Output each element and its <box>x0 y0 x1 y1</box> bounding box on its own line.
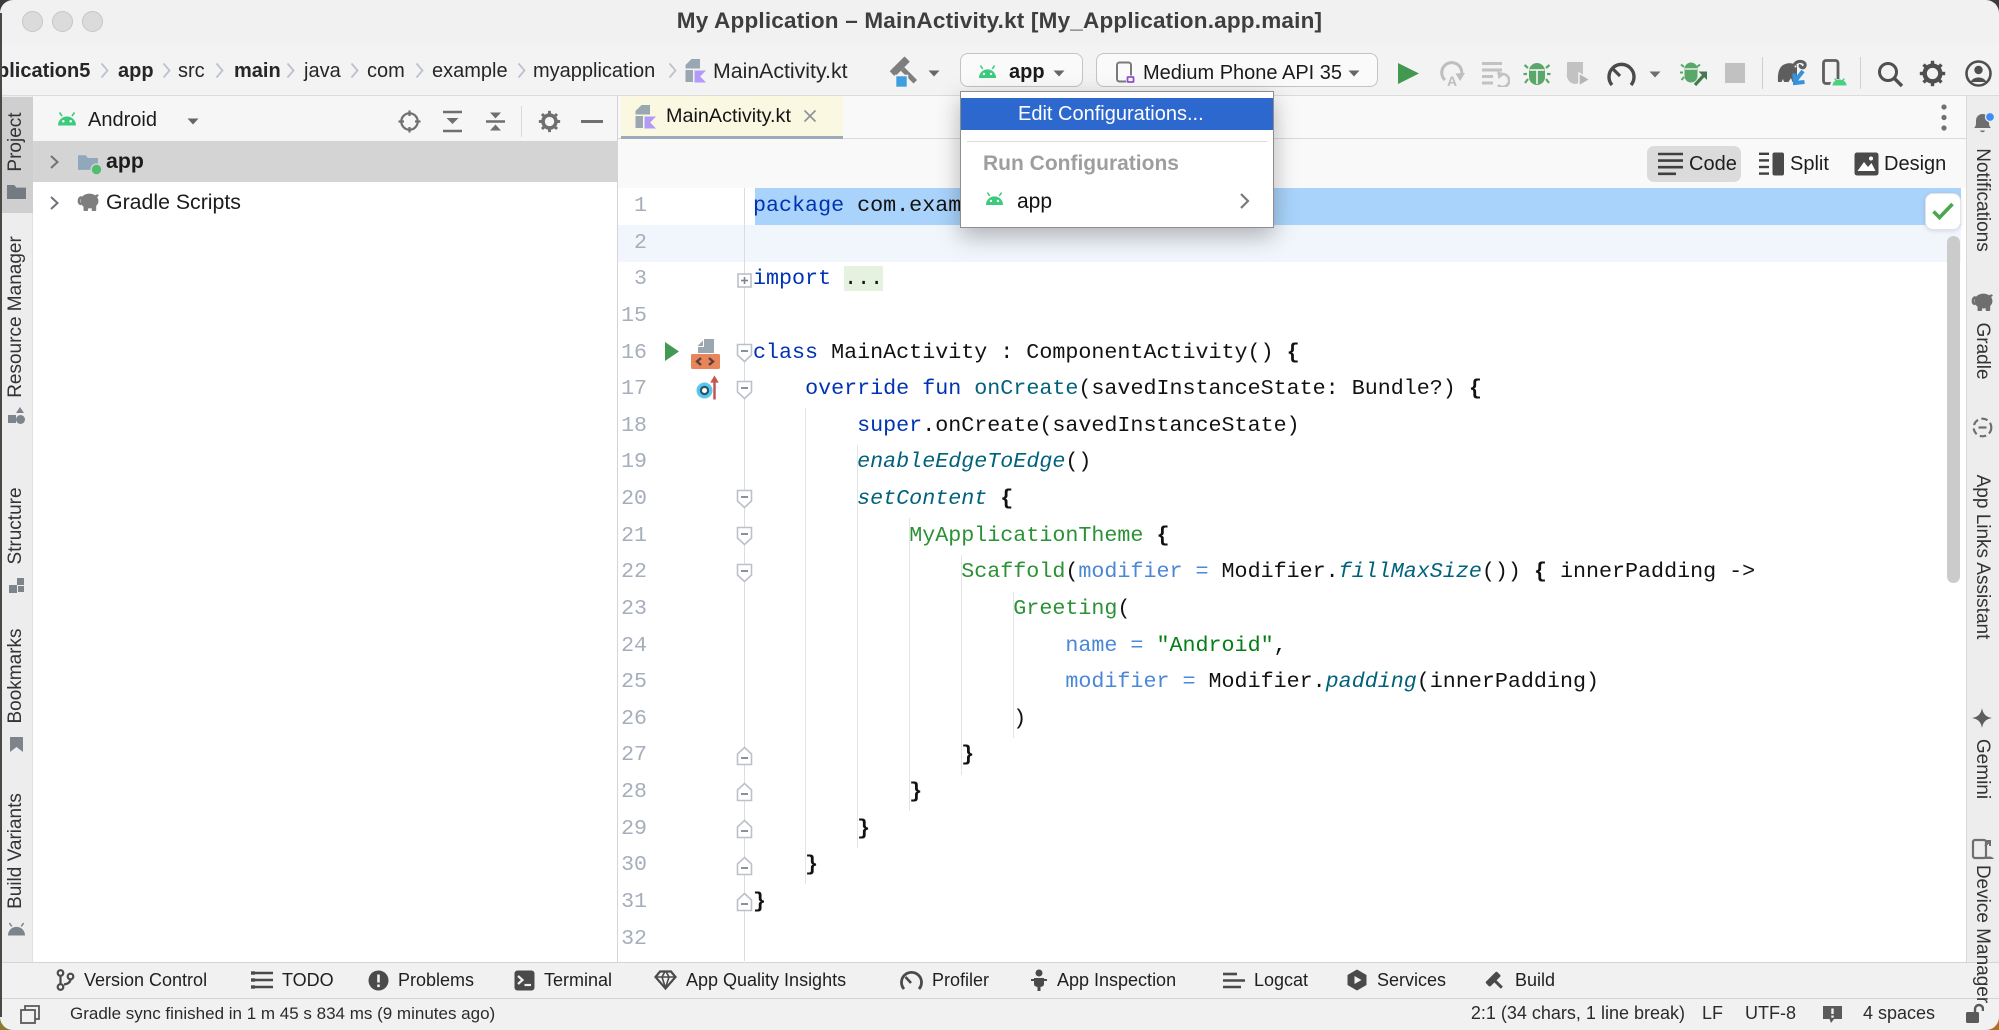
svg-text:A: A <box>1447 73 1457 87</box>
